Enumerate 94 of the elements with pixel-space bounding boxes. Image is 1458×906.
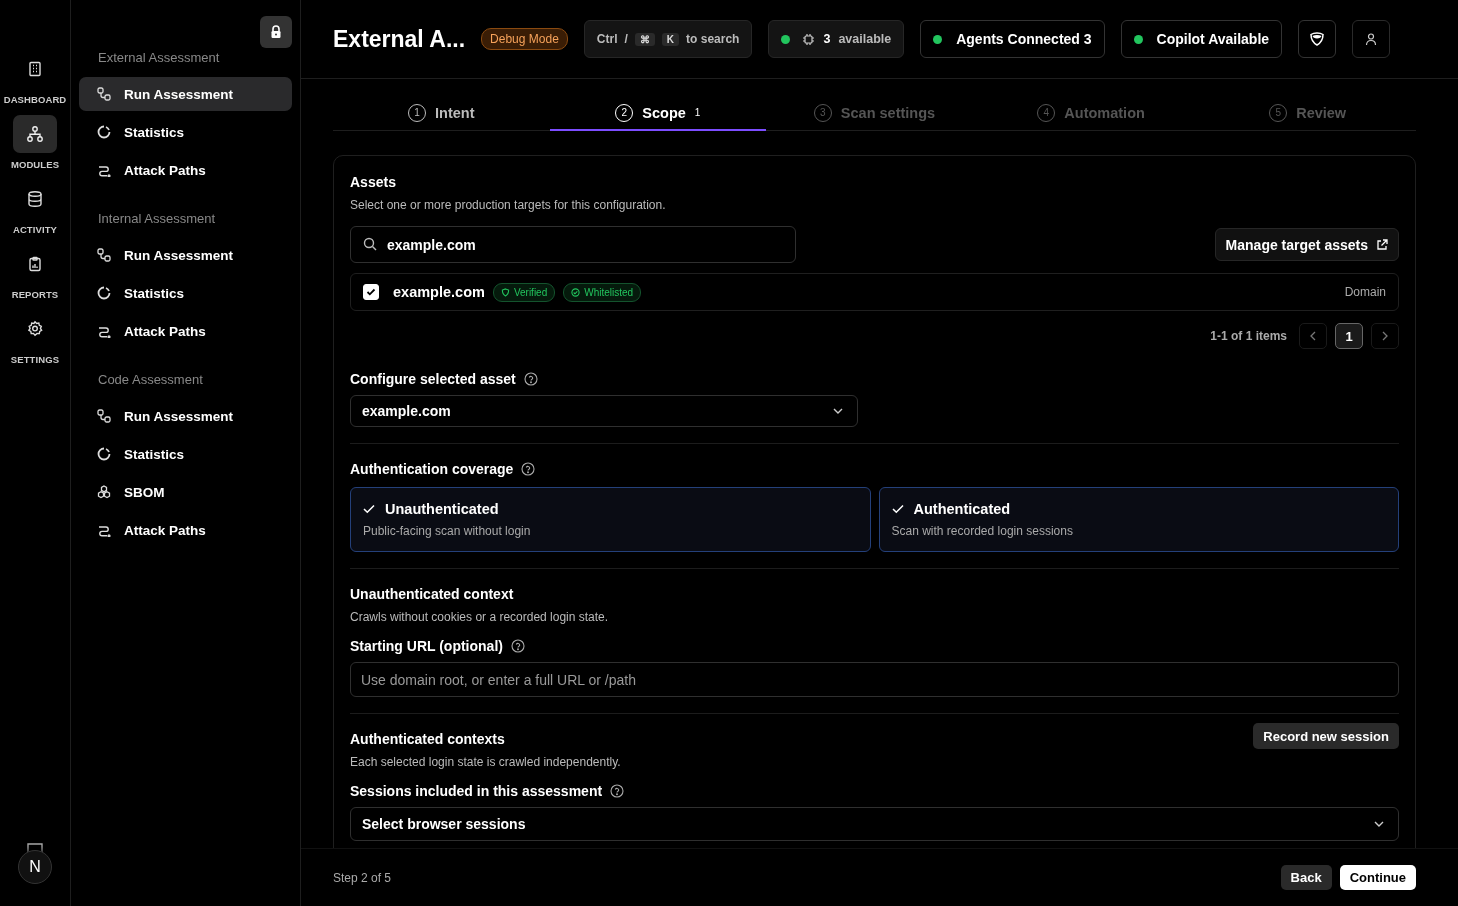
sidebar-item[interactable]: Statistics — [79, 437, 292, 471]
sidebar-item[interactable]: SBOM — [79, 475, 292, 509]
database-icon — [26, 190, 44, 208]
help-icon — [523, 372, 538, 386]
shield-icon — [500, 287, 510, 297]
sidebar-item[interactable]: Run Assessment — [79, 238, 292, 272]
field-label: Authentication coverage — [350, 461, 514, 477]
path-icon — [97, 324, 111, 338]
user-avatar[interactable]: N — [18, 850, 52, 884]
check-icon — [363, 504, 375, 514]
chevron-down-icon — [1374, 821, 1384, 827]
pagination-summary: 1-1 of 1 items — [1210, 329, 1287, 343]
asset-row[interactable]: example.com Verified Whitelisted Domain — [350, 273, 1399, 311]
route-icon — [97, 248, 111, 262]
page-button[interactable]: 1 — [1335, 323, 1363, 349]
chip-icon — [802, 32, 816, 46]
cubes-icon — [97, 485, 111, 499]
field-label: Configure selected asset — [350, 371, 516, 387]
debug-badge: Debug Mode — [481, 28, 568, 50]
route-icon — [97, 87, 111, 101]
field-label: Starting URL (optional) — [350, 638, 503, 654]
check-icon — [366, 287, 376, 297]
search-icon — [363, 237, 377, 251]
lock-icon — [270, 25, 282, 39]
check-icon — [891, 504, 904, 514]
chevron-left-icon — [1309, 331, 1317, 341]
manage-assets-button[interactable]: Manage target assets — [1214, 228, 1399, 261]
settings-icon — [26, 320, 44, 338]
step-indicator: Step 2 of 5 — [333, 870, 392, 885]
help-icon — [510, 639, 525, 653]
search-shortcut[interactable]: Ctrl / ⌘ K to search — [583, 20, 753, 58]
section-description: Select one or more production targets for this configuration. — [350, 198, 667, 212]
section-heading: Code Assessment — [97, 371, 204, 389]
asset-type: Domain — [1344, 285, 1386, 299]
sidebar-item[interactable]: Run Assessment — [79, 399, 292, 433]
coverage-option[interactable]: Authenticated Scan with recorded login sessions — [878, 487, 1399, 552]
sidebar-item[interactable]: Attack Paths — [79, 153, 292, 187]
user-icon — [1364, 32, 1379, 46]
nav-label: REPORTS — [11, 289, 59, 300]
nav-label: DASHBOARD — [3, 94, 67, 105]
chevron-down-icon — [833, 408, 843, 414]
clipboard-icon — [27, 256, 43, 272]
record-session-button[interactable]: Record new session — [1253, 723, 1399, 749]
asset-select[interactable]: example.com — [350, 395, 858, 427]
sidebar-item[interactable]: Attack Paths — [79, 314, 292, 348]
continue-button[interactable]: Continue — [1339, 865, 1416, 890]
sidebar-item[interactable]: Attack Paths — [79, 513, 292, 547]
coverage-option[interactable]: Unauthenticated Public-facing scan without login — [350, 487, 871, 552]
section-description: Crawls without cookies or a recorded login state. — [350, 610, 610, 624]
help-icon — [610, 784, 625, 798]
path-icon — [97, 163, 111, 177]
help-icon — [521, 462, 536, 476]
building-icon — [27, 61, 43, 77]
chevron-right-icon — [1381, 331, 1389, 341]
loader-icon — [97, 286, 111, 300]
sessions-select[interactable]: Select browser sessions — [350, 807, 1399, 841]
nav-button[interactable] — [13, 115, 57, 153]
nav-label: ACTIVITY — [12, 224, 58, 235]
section-heading: Internal Assessment — [97, 210, 217, 228]
field-label: Sessions included in this assessment — [350, 783, 603, 799]
section-title: Unauthenticated context — [350, 586, 515, 602]
route-icon — [97, 409, 111, 423]
status-button[interactable]: Agents Connected 3 — [920, 20, 1105, 58]
shield-button[interactable] — [1298, 20, 1337, 58]
status-button[interactable]: Copilot Available — [1120, 20, 1283, 58]
agents-status: 3 available — [768, 20, 905, 58]
status-tag: Whitelisted — [563, 282, 642, 302]
status-tag: Verified — [492, 282, 556, 302]
sidebar-item[interactable]: Statistics — [79, 115, 292, 149]
loader-icon — [97, 125, 111, 139]
path-icon — [97, 523, 111, 537]
checkbox[interactable] — [363, 284, 379, 300]
check-circle-icon — [571, 287, 581, 297]
url-input[interactable]: Use domain root, or enter a full URL or /path — [350, 662, 1399, 697]
lock-button[interactable] — [260, 16, 292, 48]
search-field[interactable]: example.com — [350, 226, 796, 263]
sidebar-item[interactable]: Run Assessment — [79, 77, 292, 111]
section-title: Assets — [350, 174, 397, 190]
section-heading: External Assessment — [97, 49, 221, 67]
shield-icon — [1309, 31, 1326, 47]
nav-label: MODULES — [10, 159, 60, 170]
loader-icon — [97, 447, 111, 461]
asset-name: example.com — [393, 284, 485, 300]
section-title: Authenticated contexts — [350, 731, 506, 747]
section-description: Each selected login state is crawled independently. — [350, 755, 621, 769]
nav-label: SETTINGS — [10, 354, 60, 365]
step-tab[interactable]: 2 Scope 1 — [549, 96, 767, 131]
sidebar-item[interactable]: Statistics — [79, 276, 292, 310]
hierarchy-icon — [26, 125, 44, 143]
back-button[interactable]: Back — [1280, 865, 1332, 890]
step-tab[interactable]: 1 Intent — [333, 96, 550, 131]
profile-button[interactable] — [1352, 20, 1391, 58]
external-link-icon — [1376, 238, 1388, 251]
page-title: External A... — [333, 25, 466, 53]
